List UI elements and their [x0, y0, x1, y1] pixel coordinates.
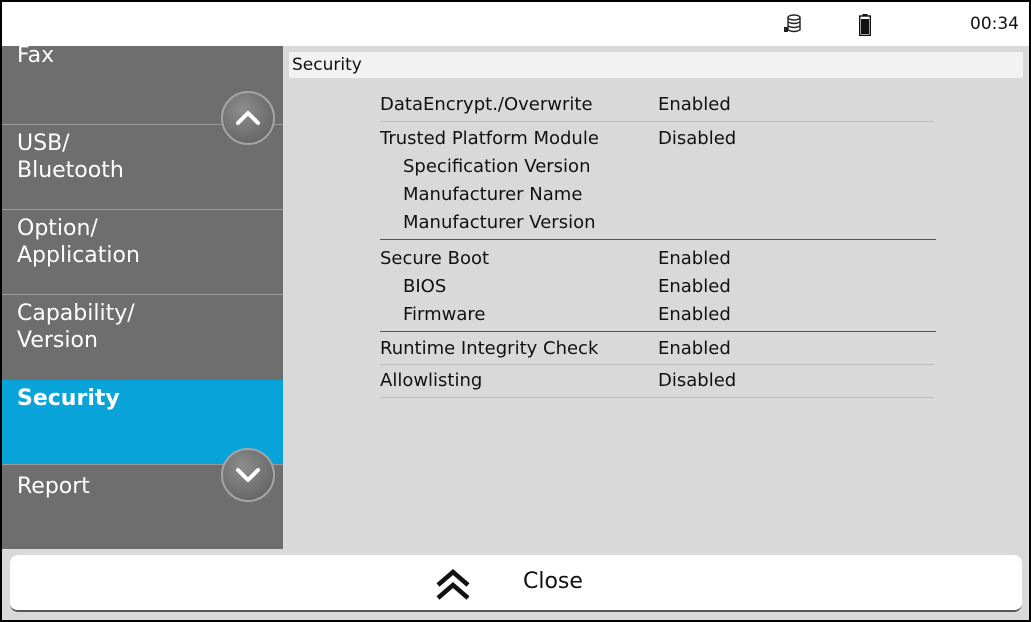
sidebar-item-label: Fax [17, 43, 55, 68]
row-value: Enabled [658, 338, 731, 359]
bottom-bar: Close [2, 549, 1029, 620]
row-key: Manufacturer Version [403, 212, 596, 233]
divider [380, 239, 936, 240]
close-label: Close [523, 569, 583, 594]
row-key: Allowlisting [380, 370, 483, 391]
divider [380, 364, 934, 365]
row-key: BIOS [403, 276, 447, 297]
chevron-up-icon [236, 111, 260, 125]
sidebar-item-label: Option/ Application [17, 216, 140, 268]
sidebar-item-label: Capability/ Version [17, 301, 135, 353]
row-key: Specification Version [403, 156, 591, 177]
sidebar-item-option-application[interactable]: Option/ Application [2, 209, 283, 294]
sidebar: Fax USB/ Bluetooth Option/ Application C… [2, 43, 283, 549]
status-bar: 00:34 [2, 2, 1029, 46]
sidebar-item-capability-version[interactable]: Capability/ Version [2, 294, 283, 380]
device-screen: 00:34 Fax USB/ Bluetooth Option/ Applica… [2, 2, 1029, 620]
row-value: Disabled [658, 128, 737, 149]
divider [380, 397, 934, 398]
main-content: Security DataEncrypt./Overwrite Enabled … [283, 46, 1029, 549]
row-key: Runtime Integrity Check [380, 338, 599, 359]
row-key: Trusted Platform Module [380, 128, 599, 149]
section-title: Security [289, 52, 1023, 78]
row-key: DataEncrypt./Overwrite [380, 94, 593, 115]
row-value: Enabled [658, 276, 731, 297]
clock-time: 00:34 [970, 14, 1019, 34]
sidebar-item-label: Security [17, 386, 120, 411]
row-key: Manufacturer Name [403, 184, 583, 205]
row-value: Enabled [658, 304, 731, 325]
divider [380, 121, 934, 122]
chevron-down-icon [236, 468, 260, 482]
database-icon [784, 14, 802, 38]
scroll-down-button[interactable] [221, 448, 275, 502]
scroll-up-button[interactable] [221, 91, 275, 145]
battery-icon [858, 14, 872, 40]
double-chevron-up-icon [433, 567, 473, 605]
divider [380, 331, 936, 332]
row-value: Disabled [658, 370, 737, 391]
close-button[interactable]: Close [10, 555, 1022, 612]
row-key: Secure Boot [380, 248, 490, 269]
row-value: Enabled [658, 94, 731, 115]
row-key: Firmware [403, 304, 486, 325]
row-value: Enabled [658, 248, 731, 269]
